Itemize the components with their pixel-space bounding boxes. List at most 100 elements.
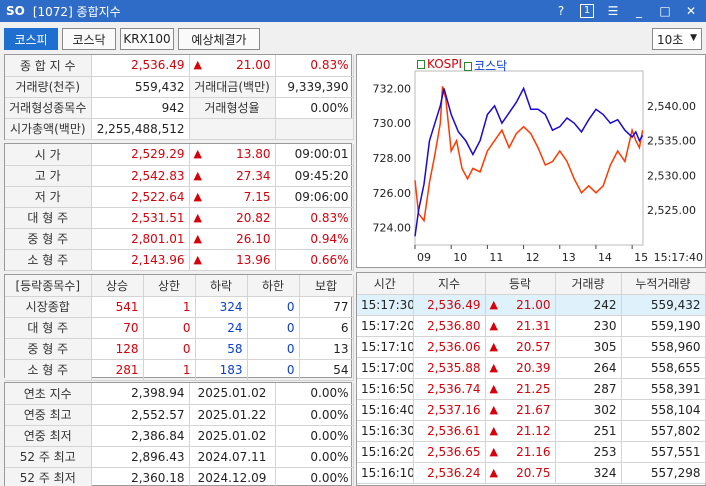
tab-kosdaq[interactable]: 코스닥 — [62, 28, 116, 50]
x-end-label: 15:17:40 — [654, 251, 703, 264]
right-tick-label: 2,540.00 — [647, 100, 696, 113]
breadth-cell: 0 — [143, 317, 196, 339]
ohlc-extra: 09:45:20 — [275, 165, 354, 187]
left-tick-label: 724.00 — [373, 222, 412, 235]
tick-time: 15:16:50 — [357, 378, 414, 400]
chart-svg: 732.00 730.00 728.00 726.00 724.00 2,540.00 2,… — [373, 70, 703, 264]
tick-index: 2,536.24 — [413, 462, 486, 484]
tick-index: 2,536.80 — [413, 315, 486, 337]
tick-row[interactable]: 15:17:20 2,536.80 ▲ 21.31 230 559,190 — [357, 315, 706, 337]
breadth-cell: 324 — [195, 296, 248, 318]
ohlc-label: 대 형 주 — [5, 207, 92, 229]
tick-time: 15:17:30 — [357, 294, 414, 316]
ohlc-row: 고 가 2,542.83 ▲ 27.34 09:45:20 — [5, 165, 354, 187]
maximize-icon[interactable]: □ — [654, 2, 676, 20]
tab-expected-price[interactable]: 예상체결가 — [178, 28, 260, 50]
extreme-row: 52 주 최저 2,360.18 2024.12.09 0.00% — [5, 467, 354, 486]
amount-label: 거래대금(백만) — [189, 76, 276, 98]
menu-icon[interactable]: ☰ — [602, 2, 624, 20]
tick-index: 2,536.74 — [413, 378, 486, 400]
tick-row[interactable]: 15:16:20 2,536.65 ▲ 21.16 253 557,551 — [357, 441, 706, 463]
left-tick-label: 730.00 — [373, 117, 412, 130]
tick-volume: 251 — [555, 420, 622, 442]
market-cap-label: 시가총액(백만) — [5, 118, 92, 140]
tick-index: 2,537.16 — [413, 399, 486, 421]
tick-volume: 305 — [555, 336, 622, 358]
interval-select[interactable]: 10초 ▼ — [652, 28, 702, 50]
tick-row[interactable]: 15:17:30 2,536.49 ▲ 21.00 242 559,432 — [357, 294, 706, 316]
breadth-cell: 1 — [143, 296, 196, 318]
x-tick-label: 09 — [417, 251, 431, 264]
extreme-row: 연중 최저 2,386.84 2025.01.02 0.00% — [5, 425, 354, 447]
ohlc-change: ▲ 7.15 — [189, 186, 276, 208]
breadth-cell: 77 — [299, 296, 354, 318]
tick-row[interactable]: 15:17:00 2,535.88 ▲ 20.39 264 558,655 — [357, 357, 706, 379]
ohlc-value: 2,531.51 — [91, 207, 190, 229]
tick-change: ▲ 20.75 — [485, 462, 556, 484]
help-icon[interactable]: ? — [550, 2, 572, 20]
tick-volume: 264 — [555, 357, 622, 379]
tick-row[interactable]: 15:16:10 2,536.24 ▲ 20.75 324 557,298 — [357, 462, 706, 484]
extremes-panel: 연초 지수 2,398.94 2025.01.02 0.00% 연중 최고 2,552.5… — [4, 382, 354, 486]
extreme-label: 연중 최저 — [5, 425, 92, 447]
index-value: 2,536.49 — [91, 55, 190, 77]
extreme-date: 2024.12.09 — [189, 467, 276, 486]
breadth-cell: 0 — [143, 338, 196, 360]
legend-kospi: KOSPI — [417, 57, 462, 74]
breadth-cell: 0 — [247, 296, 300, 318]
right-tick-label: 2,525.00 — [647, 204, 696, 217]
minimize-icon[interactable]: _ — [628, 2, 650, 20]
tab-kospi[interactable]: 코스피 — [4, 28, 58, 50]
extreme-rate: 0.00% — [275, 467, 354, 486]
breadth-header: 상승 — [91, 275, 144, 297]
tick-volume: 242 — [555, 294, 622, 316]
breadth-cell: 13 — [299, 338, 354, 360]
ohlc-change: ▲ 13.96 — [189, 249, 276, 271]
ohlc-extra: 09:00:01 — [275, 144, 354, 166]
tick-change: ▲ 21.67 — [485, 399, 556, 421]
tick-row[interactable]: 15:16:30 2,536.61 ▲ 21.12 251 557,802 — [357, 420, 706, 442]
breadth-cell: 58 — [195, 338, 248, 360]
triangle-up-icon: ▲ — [489, 297, 498, 311]
breadth-cell: 0 — [247, 338, 300, 360]
tick-row[interactable]: 15:16:40 2,537.16 ▲ 21.67 302 558,104 — [357, 399, 706, 421]
ohlc-extra: 0.66% — [275, 249, 354, 271]
triangle-up-icon: ▲ — [489, 318, 498, 332]
ohlc-label: 소 형 주 — [5, 249, 92, 271]
index-label: 종 합 지 수 — [5, 55, 92, 77]
extreme-row: 연중 최고 2,552.57 2025.01.22 0.00% — [5, 404, 354, 426]
breadth-cell: 54 — [299, 359, 354, 381]
breadth-cell: 6 — [299, 317, 354, 339]
x-tick-label: 10 — [453, 251, 467, 264]
tab-krx100[interactable]: KRX100 — [120, 28, 174, 50]
tick-time: 15:16:20 — [357, 441, 414, 463]
summary-panel: 종 합 지 수 2,536.49 ▲ 21.00 0.83% 거래량(천주) 55… — [4, 54, 354, 140]
tick-change: ▲ 21.25 — [485, 378, 556, 400]
screen-number-icon[interactable]: 1 — [576, 2, 598, 20]
breadth-header: 상한 — [143, 275, 196, 297]
triangle-up-icon: ▲ — [489, 402, 498, 416]
breadth-label: 시장종합 — [5, 296, 92, 318]
index-chart: 732.00 730.00 728.00 726.00 724.00 2,540.00 2,… — [356, 54, 706, 268]
x-tick-label: 12 — [526, 251, 540, 264]
extreme-value: 2,360.18 — [91, 467, 190, 486]
tick-change: ▲ 21.31 — [485, 315, 556, 337]
ohlc-label: 중 형 주 — [5, 228, 92, 250]
breadth-cell: 183 — [195, 359, 248, 381]
tick-header: 등락 — [485, 273, 556, 295]
ohlc-value: 2,522.64 — [91, 186, 190, 208]
breadth-cell: 70 — [91, 317, 144, 339]
breadth-label: 소 형 주 — [5, 359, 92, 381]
tick-row[interactable]: 15:17:10 2,536.06 ▲ 20.57 305 558,960 — [357, 336, 706, 358]
tick-change: ▲ 21.12 — [485, 420, 556, 442]
triangle-up-icon: ▲ — [193, 252, 202, 266]
extreme-date: 2025.01.22 — [189, 404, 276, 426]
tick-volume: 287 — [555, 378, 622, 400]
close-icon[interactable]: ✕ — [680, 2, 702, 20]
tick-row[interactable]: 15:16:50 2,536.74 ▲ 21.25 287 558,391 — [357, 378, 706, 400]
ohlc-value: 2,801.01 — [91, 228, 190, 250]
tick-change: ▲ 21.00 — [485, 294, 556, 316]
breadth-row: 중 형 주 128 0 58 0 13 — [5, 338, 354, 360]
ohlc-row: 시 가 2,529.29 ▲ 13.80 09:00:01 — [5, 144, 354, 166]
tick-volume: 324 — [555, 462, 622, 484]
